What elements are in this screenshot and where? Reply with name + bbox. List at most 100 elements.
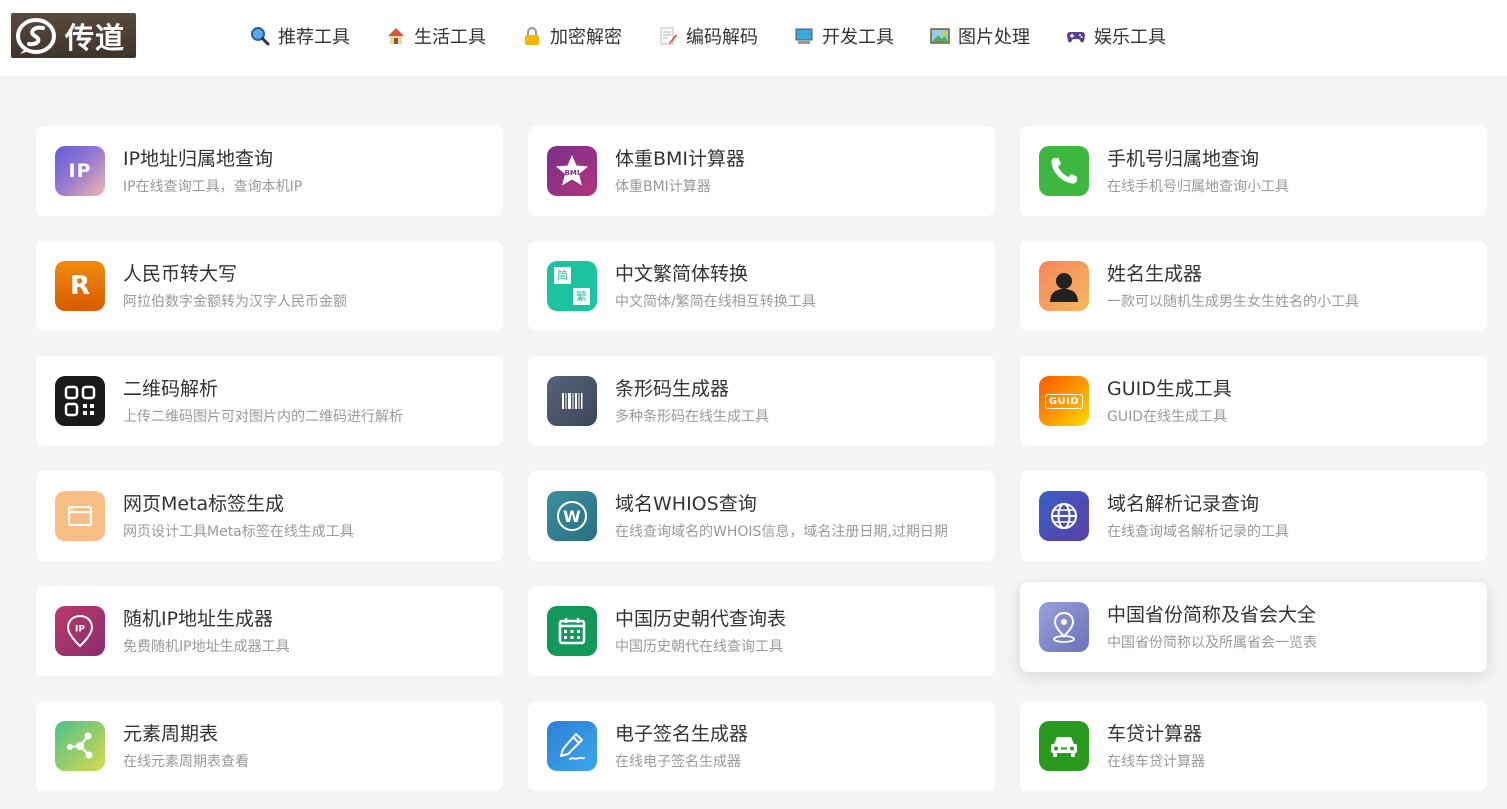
tool-title: 电子签名生成器	[615, 722, 749, 745]
tool-card-meta-tag[interactable]: 网页Meta标签生成 网页设计工具Meta标签在线生成工具	[36, 471, 503, 561]
nav-item-crypto[interactable]: 加密解密	[522, 23, 622, 49]
tool-card-guid[interactable]: GUID GUID生成工具 GUID在线生成工具	[1020, 356, 1487, 446]
magnifier-icon	[251, 27, 270, 46]
tool-card-rmb-uppercase[interactable]: R 人民币转大写 阿拉伯数字金额转为汉字人民币金额	[36, 241, 503, 331]
tool-card-phone-lookup[interactable]: 手机号归属地查询 在线手机号归属地查询小工具	[1020, 126, 1487, 216]
tool-title: 元素周期表	[123, 722, 219, 745]
phone-icon	[1039, 146, 1089, 196]
tool-desc: 上传二维码图片可对图片内的二维码进行解析	[123, 408, 403, 425]
nav-label: 娱乐工具	[1094, 27, 1166, 48]
qr-code-icon	[55, 376, 105, 426]
tool-title: 人民币转大写	[123, 262, 238, 285]
whois-w-icon: W	[547, 491, 597, 541]
tool-title: GUID生成工具	[1107, 377, 1232, 400]
tool-desc: 中国省份简称以及所属省会一览表	[1107, 634, 1317, 651]
memo-icon	[660, 27, 677, 45]
nav-item-recommended[interactable]: 推荐工具	[250, 23, 350, 49]
tool-title: 中国历史朝代查询表	[615, 607, 787, 630]
tool-card-chinese-convert[interactable]: 简 繁 中文繁简体转换 中文简体/繁简在线相互转换工具	[528, 241, 995, 331]
logo-text: 传道	[65, 20, 126, 55]
browser-window-icon	[55, 491, 105, 541]
barcode-icon	[547, 376, 597, 426]
nav-item-dev[interactable]: 开发工具	[794, 23, 894, 49]
tool-desc: 在线查询域名解析记录的工具	[1107, 523, 1289, 540]
nav-item-image[interactable]: 图片处理	[930, 23, 1030, 49]
tool-title: 手机号归属地查询	[1107, 147, 1260, 170]
tool-card-e-signature[interactable]: 电子签名生成器 在线电子签名生成器	[528, 701, 995, 791]
traditional-simplified-icon: 简 繁	[547, 261, 597, 311]
top-nav: 推荐工具 生活工具 加密解密 编码解码 开发工具 图片处理 娱乐工具	[250, 0, 1202, 72]
tool-desc: 在线电子签名生成器	[615, 753, 741, 770]
svg-text:BMI: BMI	[565, 169, 580, 177]
tool-desc: 阿拉伯数字金额转为汉字人民币金额	[123, 293, 347, 310]
tool-title: 姓名生成器	[1107, 262, 1203, 285]
tool-title: 体重BMI计算器	[615, 147, 746, 170]
nav-label: 图片处理	[958, 27, 1030, 48]
tool-title: 网页Meta标签生成	[123, 492, 285, 515]
signature-pen-icon	[547, 721, 597, 771]
bmi-star-icon: BMI	[547, 146, 597, 196]
picture-icon	[930, 28, 950, 44]
tool-card-bmi[interactable]: BMI 体重BMI计算器 体重BMI计算器	[528, 126, 995, 216]
tool-title: IP地址归属地查询	[123, 147, 274, 170]
globe-icon	[1039, 491, 1089, 541]
tool-card-random-ip[interactable]: IP 随机IP地址生成器 免费随机IP地址生成器工具	[36, 586, 503, 676]
nav-item-life[interactable]: 生活工具	[386, 23, 486, 49]
computer-icon	[795, 28, 813, 44]
nav-label: 加密解密	[550, 27, 622, 48]
car-icon	[1039, 721, 1089, 771]
logo-chat-icon	[16, 17, 56, 54]
tool-desc: 体重BMI计算器	[615, 178, 711, 195]
tool-card-province[interactable]: 中国省份简称及省会大全 中国省份简称以及所属省会一览表	[1020, 582, 1487, 672]
tool-desc: 免费随机IP地址生成器工具	[123, 638, 290, 655]
tool-desc: 中国历史朝代在线查询工具	[615, 638, 783, 655]
tool-desc: IP在线查询工具，查询本机IP	[123, 178, 303, 195]
person-icon	[1039, 261, 1089, 311]
ip-pin-icon: IP	[55, 606, 105, 656]
guid-icon: GUID	[1039, 376, 1089, 426]
tool-card-whois[interactable]: W 域名WHIOS查询 在线查询域名的WHOIS信息，域名注册日期,过期日期	[528, 471, 995, 561]
ip-icon: IP	[55, 146, 105, 196]
tool-desc: 在线元素周期表查看	[123, 753, 249, 770]
tool-card-periodic-table[interactable]: 元素周期表 在线元素周期表查看	[36, 701, 503, 791]
header: 传道 推荐工具 生活工具 加密解密 编码解码 开发工具 图片处理 娱乐工具	[0, 0, 1507, 76]
tool-title: 二维码解析	[123, 377, 219, 400]
tool-card-qr-decode[interactable]: 二维码解析 上传二维码图片可对图片内的二维码进行解析	[36, 356, 503, 446]
tool-card-ip-lookup[interactable]: IP IP地址归属地查询 IP在线查询工具，查询本机IP	[36, 126, 503, 216]
tool-desc: GUID在线生成工具	[1107, 408, 1228, 425]
nav-label: 生活工具	[414, 27, 486, 48]
tool-title: 中文繁简体转换	[615, 262, 749, 285]
tool-desc: 一款可以随机生成男生女生姓名的小工具	[1107, 293, 1359, 310]
tool-card-name-generator[interactable]: 姓名生成器 一款可以随机生成男生女生姓名的小工具	[1020, 241, 1487, 331]
lock-icon	[525, 27, 539, 45]
molecule-icon	[55, 721, 105, 771]
site-logo[interactable]: 传道	[11, 13, 136, 58]
tool-grid: IP IP地址归属地查询 IP在线查询工具，查询本机IP BMI 体重BMI计算…	[36, 126, 1487, 791]
tool-desc: 网页设计工具Meta标签在线生成工具	[123, 523, 354, 540]
map-pin-icon	[1039, 602, 1089, 652]
tool-desc: 在线车贷计算器	[1107, 753, 1205, 770]
svg-text:IP: IP	[75, 625, 85, 635]
tool-desc: 多种条形码在线生成工具	[615, 408, 769, 425]
tool-card-car-loan[interactable]: 车贷计算器 在线车贷计算器	[1020, 701, 1487, 791]
letter-r-icon: R	[55, 261, 105, 311]
tool-title: 域名WHIOS查询	[615, 492, 757, 515]
house-icon	[388, 28, 404, 44]
calendar-icon	[547, 606, 597, 656]
nav-label: 编码解码	[686, 27, 758, 48]
nav-item-encoding[interactable]: 编码解码	[658, 23, 758, 49]
tool-title: 随机IP地址生成器	[123, 607, 274, 630]
nav-item-entertainment[interactable]: 娱乐工具	[1066, 23, 1166, 49]
tool-card-dynasty[interactable]: 中国历史朝代查询表 中国历史朝代在线查询工具	[528, 586, 995, 676]
tool-title: 车贷计算器	[1107, 722, 1203, 745]
nav-label: 推荐工具	[278, 27, 350, 48]
tool-desc: 在线手机号归属地查询小工具	[1107, 178, 1289, 195]
nav-label: 开发工具	[822, 27, 894, 48]
tool-title: 域名解析记录查询	[1107, 492, 1260, 515]
tool-title: 中国省份简称及省会大全	[1107, 603, 1317, 626]
tool-card-dns-record[interactable]: 域名解析记录查询 在线查询域名解析记录的工具	[1020, 471, 1487, 561]
tool-card-barcode[interactable]: 条形码生成器 多种条形码在线生成工具	[528, 356, 995, 446]
tool-desc: 中文简体/繁简在线相互转换工具	[615, 293, 816, 310]
gamepad-icon	[1067, 32, 1085, 43]
tool-title: 条形码生成器	[615, 377, 730, 400]
